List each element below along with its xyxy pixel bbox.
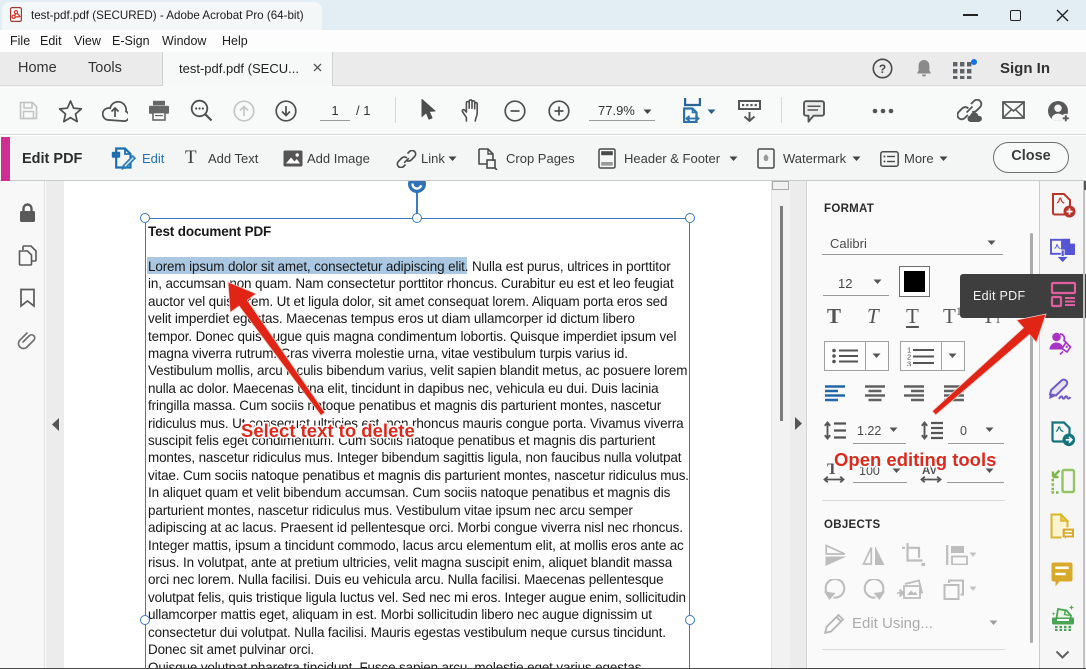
svg-text:3: 3: [907, 360, 911, 367]
svg-text:?: ?: [879, 62, 886, 76]
